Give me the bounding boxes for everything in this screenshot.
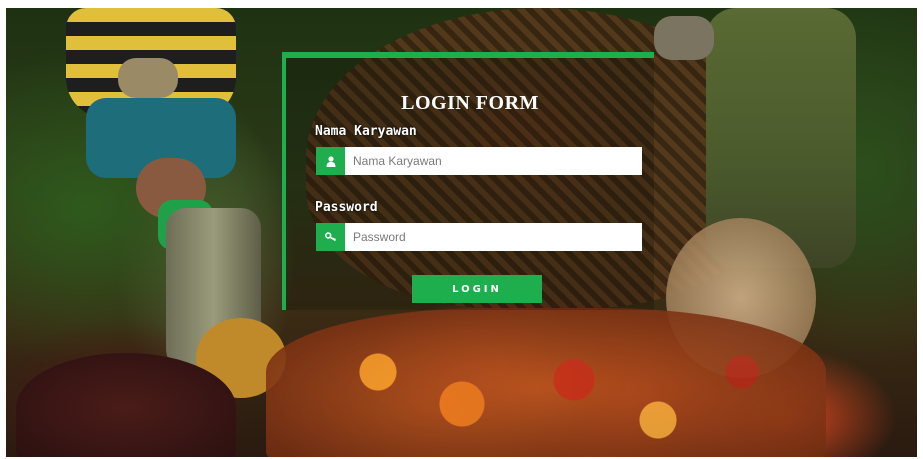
login-button[interactable]: LOGIN [412, 275, 542, 303]
background-photo: LOGIN FORM Nama Karyawan Password LOGIN [6, 8, 917, 457]
name-field-group [316, 147, 642, 175]
password-label: Password [315, 200, 378, 215]
form-title: LOGIN FORM [401, 92, 539, 114]
glove-image [654, 16, 714, 60]
name-input[interactable] [345, 147, 642, 175]
palm-fruit-pile-image [266, 308, 826, 457]
password-input[interactable] [345, 223, 642, 251]
user-icon [316, 147, 345, 175]
palm-fruit-image [16, 353, 236, 457]
password-field-group [316, 223, 642, 251]
login-form: LOGIN FORM Nama Karyawan Password LOGIN [282, 52, 654, 310]
name-label: Nama Karyawan [315, 124, 417, 139]
key-icon [316, 223, 345, 251]
glove-image [118, 58, 178, 98]
